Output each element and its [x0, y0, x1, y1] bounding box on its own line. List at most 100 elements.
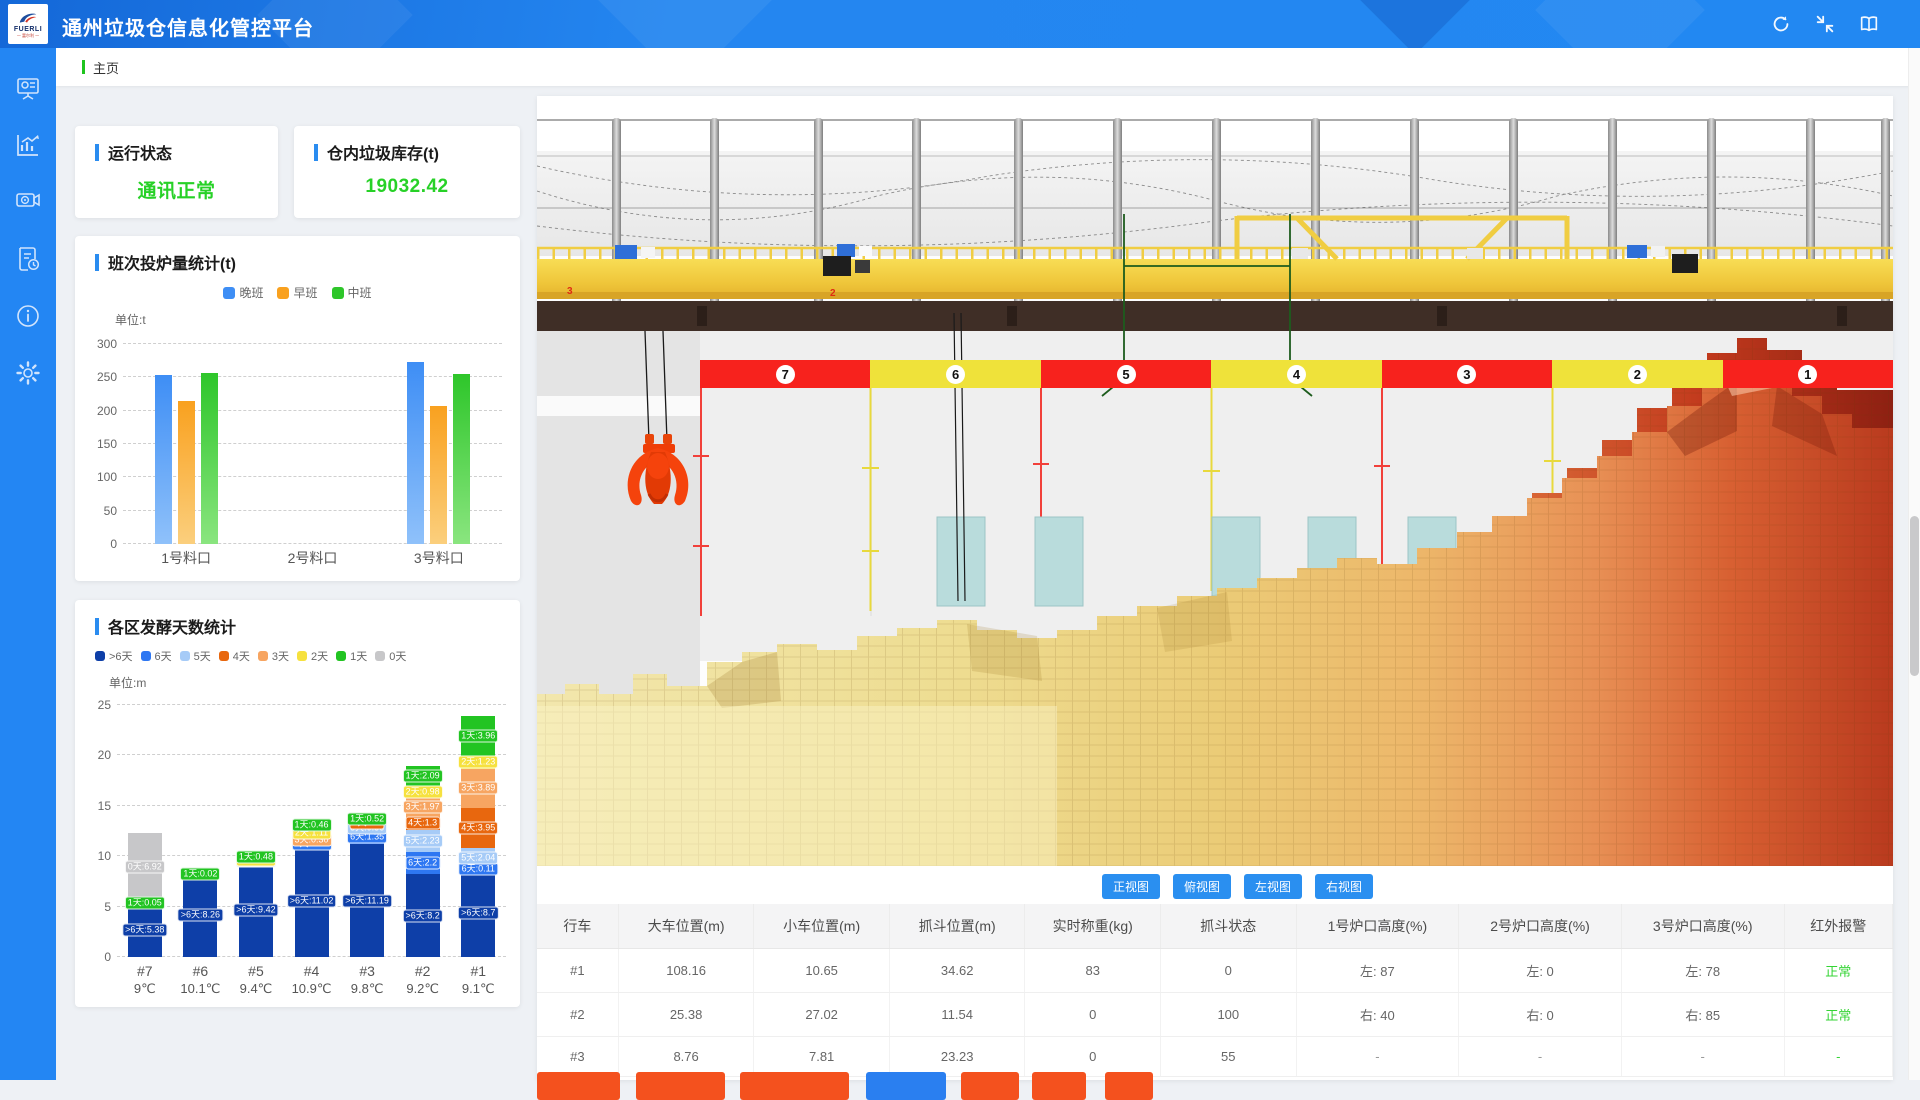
legend-item[interactable]: 4天 [219, 648, 250, 664]
stacked-bar[interactable]: >6天:11.026天:0.463天:0.302天:1.111天:0.46 [295, 822, 329, 957]
legend-label: 6天 [155, 648, 172, 664]
sidebar-item-statistics[interactable] [14, 131, 42, 159]
toolbar-button[interactable] [961, 1072, 1019, 1100]
toolbar-button[interactable] [740, 1072, 849, 1100]
table-cell: 8.76 [618, 1037, 754, 1077]
bar[interactable] [178, 401, 195, 544]
bar-segment: 2天:1.23 [461, 756, 495, 768]
legend-item[interactable]: 早班 [277, 284, 317, 301]
logo-text: FUERLI [14, 26, 42, 33]
table-cell: 右: 85 [1621, 993, 1784, 1037]
bar[interactable] [155, 375, 172, 544]
ferment-chart-plot: 0510152025>6天:5.381天:0.050天:6.92>6天:8.26… [117, 705, 506, 957]
legend-swatch [258, 651, 268, 661]
legend-item[interactable]: 晚班 [223, 284, 263, 301]
bar-segment: 5天:2.23 [406, 830, 440, 852]
table-cell: 10.65 [754, 949, 890, 993]
page-title: 通州垃圾仓信息化管控平台 [62, 12, 314, 41]
segment-label: 4天:1.3 [405, 817, 440, 830]
bar-segment: 3天:3.89 [461, 769, 495, 808]
legend-item[interactable]: 中班 [332, 284, 372, 301]
refresh-icon[interactable] [1770, 13, 1792, 35]
toolbar-button[interactable] [636, 1072, 725, 1100]
y-axis-tick: 300 [85, 337, 117, 351]
card-accent [95, 254, 99, 271]
legend-item[interactable]: 2天 [297, 648, 328, 664]
legend-label: 0天 [389, 648, 406, 664]
sidebar-item-settings[interactable] [14, 359, 42, 387]
legend-swatch [375, 651, 385, 661]
logo-swoosh-icon [17, 10, 39, 26]
bar[interactable] [407, 362, 424, 544]
y-axis-tick: 0 [79, 950, 111, 964]
legend-item[interactable]: 0天 [375, 648, 406, 664]
y-axis-tick: 5 [79, 900, 111, 914]
bar[interactable] [453, 374, 470, 544]
legend-item[interactable]: 1天 [336, 648, 367, 664]
legend-item[interactable]: 5天 [180, 648, 211, 664]
segment-label: 1天:3.96 [458, 730, 498, 743]
legend-item[interactable]: 3天 [258, 648, 289, 664]
bar-segment: 2天:0.98 [406, 787, 440, 797]
table-cell: 100 [1161, 993, 1297, 1037]
view-button-右视图[interactable]: 右视图 [1315, 874, 1373, 899]
table-row: #1108.1610.6534.62830左: 87左: 0左: 78正常 [537, 949, 1893, 993]
column-header: 红外报警 [1784, 904, 1892, 949]
breadcrumb-home[interactable]: 主页 [93, 58, 119, 77]
legend-item[interactable]: 6天 [141, 648, 172, 664]
bar[interactable] [430, 406, 447, 544]
exit-fullscreen-icon[interactable] [1814, 13, 1836, 35]
table-cell: 左: 78 [1621, 949, 1784, 993]
stacked-bar[interactable]: >6天:8.26天:2.25天:2.234天:1.33天:1.972天:0.98… [406, 766, 440, 957]
bar[interactable] [201, 373, 218, 544]
bar-segment: 6天:2.2 [406, 852, 440, 874]
bar-group [123, 344, 249, 544]
sidebar-nav [0, 48, 56, 1080]
sidebar-item-info[interactable] [14, 302, 42, 330]
header-decoration [1337, 0, 1493, 48]
legend-label: 中班 [348, 284, 372, 301]
bar-segment: 4天:1.3 [406, 817, 440, 830]
toolbar-button[interactable] [1105, 1072, 1153, 1100]
run-status-value: 通讯正常 [75, 176, 278, 203]
sidebar-item-monitor[interactable] [14, 188, 42, 216]
segment-label: 3天:1.97 [403, 800, 443, 813]
view-button-俯视图[interactable]: 俯视图 [1173, 874, 1231, 899]
legend-item[interactable]: >6天 [95, 648, 133, 664]
view-button-左视图[interactable]: 左视图 [1244, 874, 1302, 899]
bar-segment: 1天:0.52 [350, 817, 384, 822]
bunker-3d-view[interactable]: 7654321 32 [537, 96, 1893, 866]
sidebar-item-dashboard[interactable] [14, 74, 42, 102]
stacked-bar[interactable]: >6天:8.76天:0.115天:2.044天:3.953天:3.892天:1.… [461, 716, 495, 957]
stacked-bar[interactable]: >6天:8.261天:0.02 [183, 874, 217, 957]
bar-group [376, 344, 502, 544]
column-header: 小车位置(m) [754, 904, 890, 949]
table-cell: 25.38 [618, 993, 754, 1037]
card-accent [314, 144, 318, 161]
legend-label: 4天 [233, 648, 250, 664]
table-cell: 右: 0 [1459, 993, 1622, 1037]
toolbar-button[interactable] [866, 1072, 946, 1100]
stacked-bar[interactable]: >6天:11.196天:1.355天:0.564天:0.31天:0.52 [350, 817, 384, 957]
bar-group: >6天:8.261天:0.02 [173, 705, 229, 957]
stacked-bar[interactable]: >6天:5.381天:0.050天:6.92 [128, 833, 162, 957]
manual-book-icon[interactable] [1858, 13, 1880, 35]
header-decoration [1535, 0, 1705, 48]
table-cell: 0 [1025, 993, 1161, 1037]
legend-swatch [180, 651, 190, 661]
company-logo: FUERLI 一 富尔利 一 [8, 4, 48, 44]
page-scrollbar[interactable] [1908, 48, 1920, 1080]
legend-swatch [277, 287, 289, 299]
toolbar-button[interactable] [1032, 1072, 1086, 1100]
sidebar-item-report[interactable] [14, 245, 42, 273]
ferment-chart-categories: #79℃#610.1℃#59.4℃#410.9℃#39.8℃#29.2℃#19.… [117, 963, 506, 997]
segment-label: 1天:0.02 [180, 867, 220, 880]
scrollbar-thumb[interactable] [1910, 516, 1919, 676]
bar-segment: 1天:3.96 [461, 716, 495, 756]
shift-chart-plot: 050100150200250300 [123, 344, 502, 544]
view-button-正视图[interactable]: 正视图 [1102, 874, 1160, 899]
stacked-bar[interactable]: >6天:9.425天:0.132天:0.151天:0.48 [239, 854, 273, 957]
bar-segment: >6天:11.02 [295, 846, 329, 957]
toolbar-button[interactable] [537, 1072, 620, 1100]
x-axis-label: #59.4℃ [228, 963, 284, 997]
